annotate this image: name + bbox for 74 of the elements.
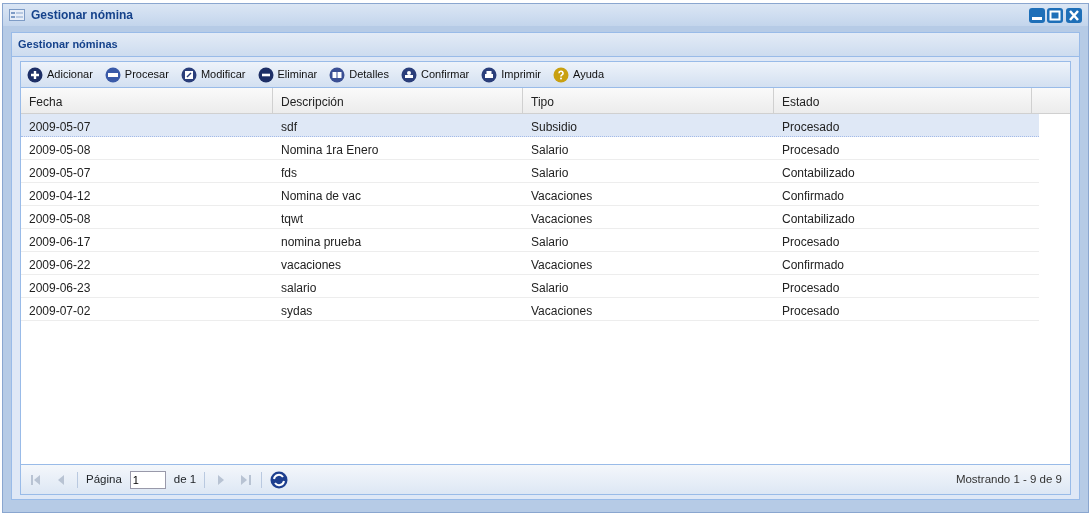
window-title: Gestionar nómina xyxy=(31,7,134,24)
table-cell-text: 2009-06-23 xyxy=(28,280,92,297)
table-cell-text: Nomina 1ra Enero xyxy=(280,142,380,159)
print-button[interactable]: Imprimir xyxy=(479,66,543,83)
table-cell-text: Vacaciones xyxy=(530,303,594,320)
table-cell-text: Procesado xyxy=(781,280,841,297)
table-cell-text: Vacaciones xyxy=(530,188,594,205)
column-header[interactable]: Fecha xyxy=(21,88,273,113)
table-row[interactable]: 2009-06-23 salario Salario Procesado xyxy=(21,275,1039,298)
table-cell-text: nomina prueba xyxy=(280,234,363,251)
table-row[interactable]: 2009-06-22 vacaciones Vacaciones Confirmado xyxy=(21,252,1039,275)
column-header[interactable]: Estado xyxy=(774,88,1032,113)
table-row[interactable]: 2009-05-08 tqwt Vacaciones Contabilizado xyxy=(21,206,1039,229)
window-icon xyxy=(9,9,25,21)
add-button[interactable]: Adicionar xyxy=(25,66,95,83)
table-cell-text: Salario xyxy=(530,142,570,159)
table-cell-text: Contabilizado xyxy=(781,211,856,228)
table-cell-text: tqwt xyxy=(280,211,304,228)
column-header[interactable]: Tipo xyxy=(523,88,774,113)
table-cell-text: Vacaciones xyxy=(530,257,594,274)
table-cell-text: Nomina de vac xyxy=(280,188,363,205)
table-cell-text: Procesado xyxy=(781,142,841,159)
document-icon xyxy=(329,66,346,83)
table-cell-text: Salario xyxy=(530,165,570,182)
printer-icon xyxy=(481,66,498,83)
table-cell-text: Salario xyxy=(530,234,570,251)
help-button[interactable]: Ayuda xyxy=(551,66,606,83)
table-cell-text: 2009-05-08 xyxy=(28,211,92,228)
pencil-icon xyxy=(180,66,197,83)
column-header[interactable]: Descripción xyxy=(273,88,523,113)
minus-icon xyxy=(257,66,274,83)
plus-icon xyxy=(27,66,43,83)
process-button[interactable]: Procesar xyxy=(102,66,171,83)
table-row[interactable]: 2009-07-02 sydas Vacaciones Procesado xyxy=(21,298,1039,321)
paging-summary: Mostrando 1 - 9 de 9 xyxy=(955,471,1062,487)
table-cell-text: 2009-05-07 xyxy=(28,165,92,182)
remove-button[interactable]: Eliminar xyxy=(255,66,320,83)
table-cell-text: Confirmado xyxy=(781,188,846,205)
confirm-button[interactable]: Confirmar xyxy=(399,66,472,83)
table-cell-text: 2009-05-08 xyxy=(28,142,92,159)
table-cell-text: salario xyxy=(280,280,318,297)
table-row[interactable]: 2009-05-08 Nomina 1ra Enero Salario Procesado xyxy=(21,137,1039,160)
table-row[interactable]: 2009-06-17 nomina prueba Salario Procesado xyxy=(21,229,1039,252)
table-cell-text: Contabilizado xyxy=(781,165,856,182)
page-count: de 1 xyxy=(173,471,197,487)
table-cell-text: fds xyxy=(280,165,298,182)
table-cell-text: 2009-06-22 xyxy=(28,257,92,274)
table-cell-text: 2009-06-17 xyxy=(28,234,92,251)
refresh-button[interactable] xyxy=(270,470,289,489)
panel-title: Gestionar nóminas xyxy=(18,37,118,53)
table-cell-text: Confirmado xyxy=(781,257,846,274)
table-cell-text: sdf xyxy=(280,119,298,136)
table-cell-text: Subsidio xyxy=(530,119,579,136)
table-cell-text: vacaciones xyxy=(280,257,343,274)
minimize-icon[interactable] xyxy=(1028,7,1045,23)
table-cell-text: Procesado xyxy=(781,119,841,136)
table-cell-text: 2009-04-12 xyxy=(28,188,92,205)
table-row[interactable]: 2009-04-12 Nomina de vac Vacaciones Confirmado xyxy=(21,183,1039,206)
table-row[interactable]: 2009-05-07 fds Salario Contabilizado xyxy=(21,160,1039,183)
help-icon xyxy=(553,66,569,83)
table-row[interactable]: 2009-05-07 sdf Subsidio Procesado xyxy=(21,114,1039,137)
page-label: Página xyxy=(86,471,122,487)
table-cell-text: 2009-07-02 xyxy=(28,303,92,320)
maximize-icon[interactable] xyxy=(1047,7,1064,23)
edit-button[interactable]: Modificar xyxy=(178,66,248,83)
table-cell-text: Salario xyxy=(530,280,570,297)
details-button[interactable]: Detalles xyxy=(327,66,391,83)
page-field[interactable]: 1 xyxy=(129,470,166,489)
close-icon[interactable] xyxy=(1066,7,1082,23)
table-cell-text: 2009-05-07 xyxy=(28,119,92,136)
table-cell-text: Procesado xyxy=(781,234,841,251)
table-cell-text: Procesado xyxy=(781,303,841,320)
table-cell-text: sydas xyxy=(280,303,314,320)
table-cell-text: Vacaciones xyxy=(530,211,594,228)
